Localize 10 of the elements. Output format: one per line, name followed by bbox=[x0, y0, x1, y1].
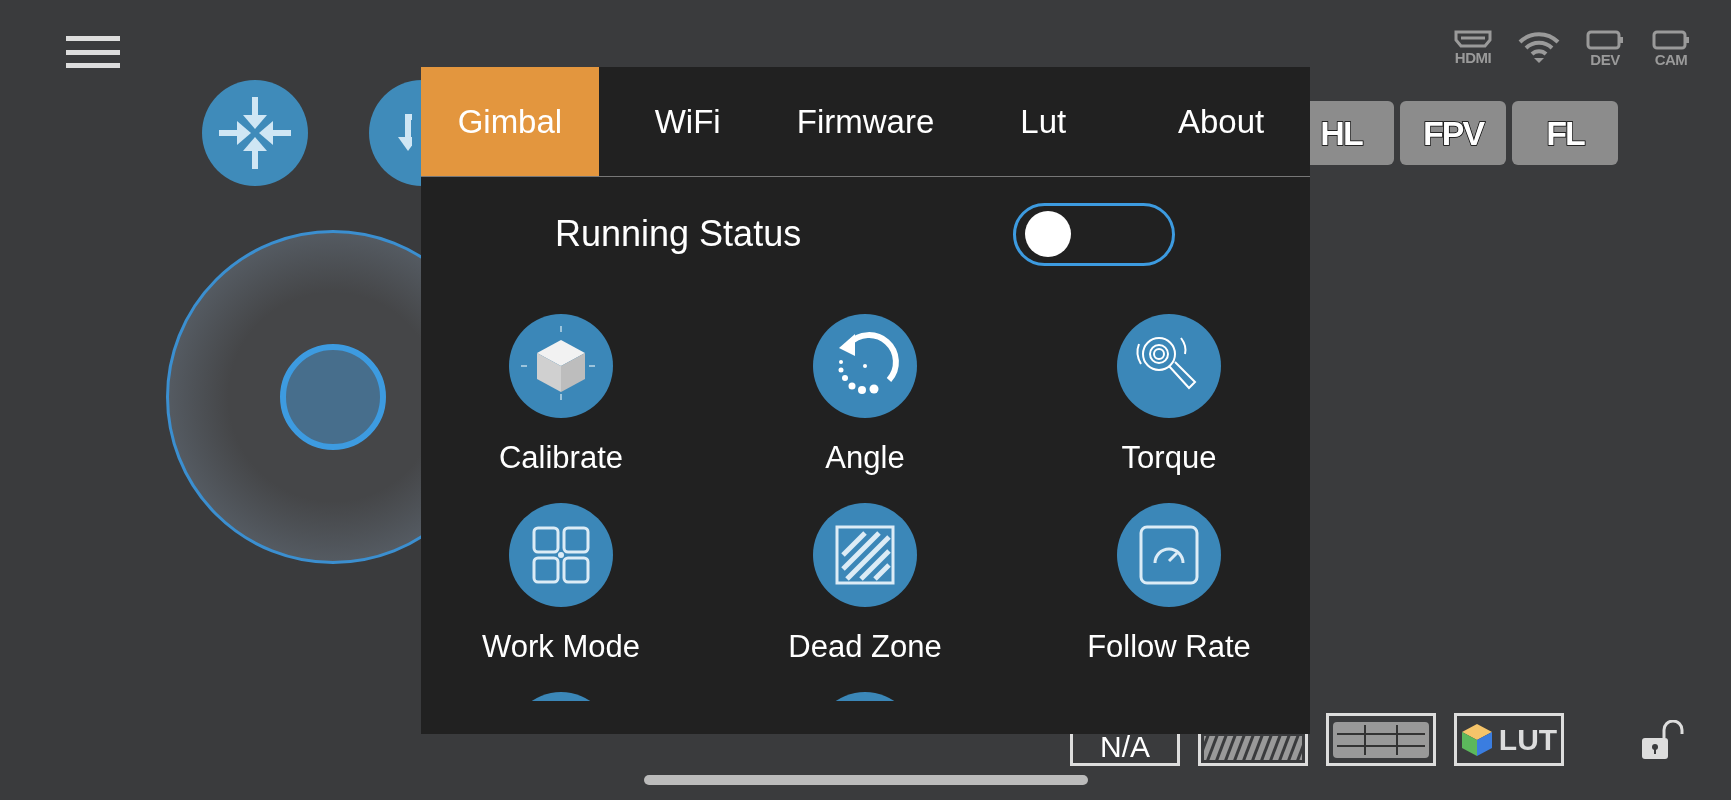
running-status-label: Running Status bbox=[555, 213, 802, 255]
item-label: Angle bbox=[825, 440, 905, 476]
item-label: Torque bbox=[1121, 440, 1217, 476]
item-label: Work Mode bbox=[482, 629, 640, 665]
status-label: CAM bbox=[1654, 51, 1688, 68]
status-label: HDMI bbox=[1454, 49, 1492, 66]
status-label: DEV bbox=[1590, 51, 1620, 68]
item-label: Dead Zone bbox=[788, 629, 942, 665]
item-label: Follow Rate bbox=[1087, 629, 1251, 665]
item-label: Calibrate bbox=[498, 440, 624, 476]
